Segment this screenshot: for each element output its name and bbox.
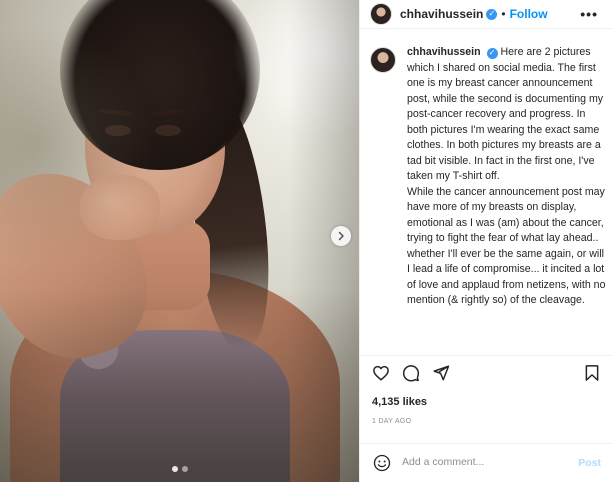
caption-body: Here are 2 pictures which I shared on so… xyxy=(407,46,606,306)
caption-username[interactable]: chhavihussein xyxy=(407,46,481,58)
caption: chhavihussein ✓ Here are 2 pictures whic… xyxy=(370,45,606,345)
comment-bar: Post xyxy=(360,443,612,482)
heart-icon[interactable] xyxy=(372,364,390,382)
avatar[interactable] xyxy=(370,3,392,25)
follow-button[interactable]: Follow xyxy=(510,7,548,21)
post-photo[interactable] xyxy=(0,0,359,482)
verified-badge-icon: ✓ xyxy=(486,47,498,59)
username-link[interactable]: chhavihussein xyxy=(400,7,483,21)
share-icon[interactable] xyxy=(432,364,450,382)
post-timestamp[interactable]: 1 DAY AGO xyxy=(372,418,411,425)
emoji-icon[interactable] xyxy=(373,454,391,472)
like-count[interactable]: 4,135 likes xyxy=(372,396,427,408)
action-bar xyxy=(360,355,612,387)
comment-icon[interactable] xyxy=(402,364,420,382)
chevron-right-icon xyxy=(338,231,344,241)
bookmark-icon[interactable] xyxy=(583,364,601,382)
carousel-dot xyxy=(181,466,188,472)
carousel-indicator xyxy=(0,466,359,472)
caption-avatar[interactable] xyxy=(370,47,396,73)
more-options-icon[interactable]: ••• xyxy=(580,6,598,22)
post-header: chhavihussein ✓ • Follow ••• xyxy=(360,0,612,29)
comment-input[interactable] xyxy=(402,456,562,468)
caption-text: chhavihussein ✓ Here are 2 pictures whic… xyxy=(407,45,606,345)
carousel-next-button[interactable] xyxy=(331,226,351,246)
verified-badge-icon: ✓ xyxy=(486,8,498,20)
post-panel: chhavihussein ✓ • Follow ••• chhavihusse… xyxy=(359,0,612,482)
post-comment-button[interactable]: Post xyxy=(578,457,601,469)
header-separator: • xyxy=(501,7,506,21)
carousel-dot-active xyxy=(171,466,178,472)
